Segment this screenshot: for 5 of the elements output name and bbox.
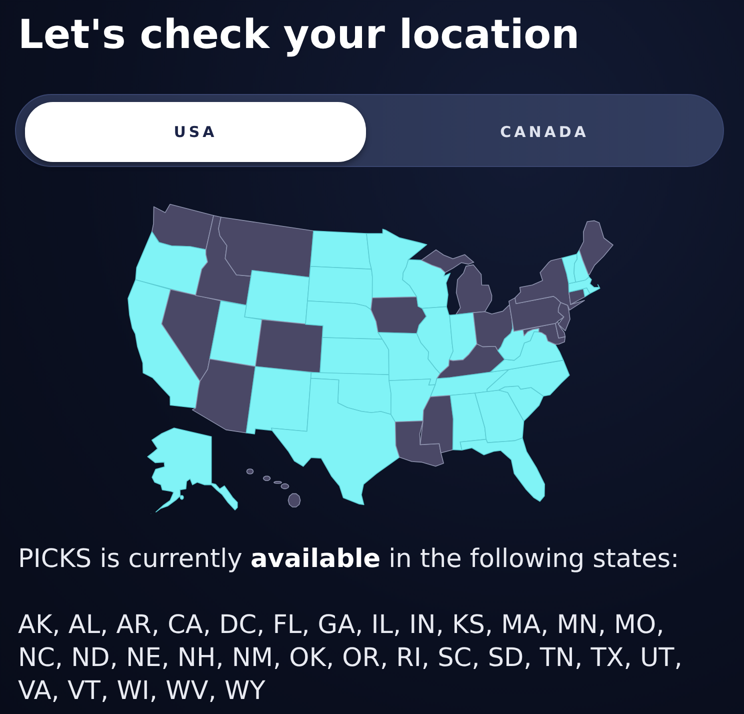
country-tab[interactable]: CANADA — [374, 102, 715, 162]
availability-note: PICKS is currently available in the following states: — [18, 544, 680, 574]
state-list: AK, AL, AR, CA, DC, FL, GA, IL, IN, KS, MA, MN, MO, NC, ND, NE, NH, NM, OK, OR, RI, SC, SD, TN, TX, UT, VA, VT, WI, WV, WY — [18, 609, 708, 708]
country-tab[interactable]: USA — [25, 102, 366, 162]
page-title: Let's check your location — [17, 11, 581, 58]
